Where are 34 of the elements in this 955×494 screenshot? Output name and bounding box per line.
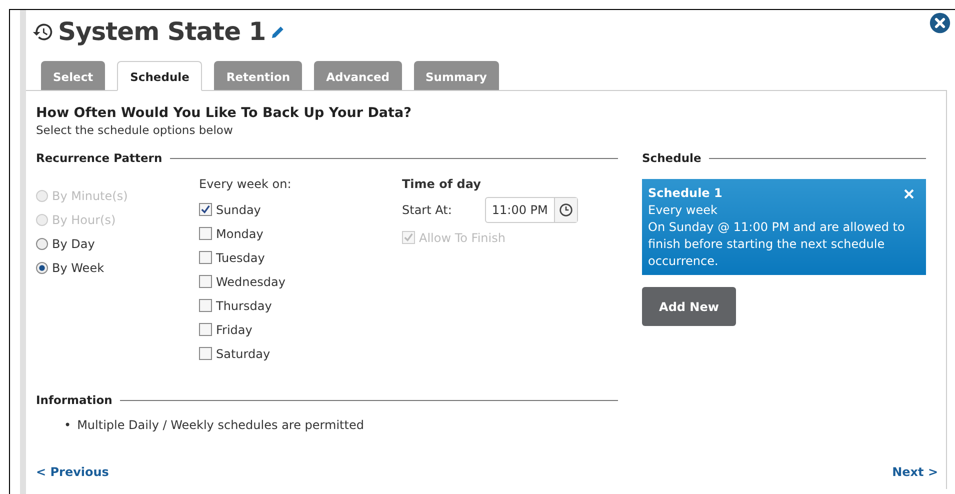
edit-icon[interactable] xyxy=(270,24,286,40)
day-checkbox[interactable]: Friday xyxy=(199,321,402,338)
schedule-title: Schedule xyxy=(642,151,702,165)
days-label: Every week on: xyxy=(199,177,292,193)
radio-option[interactable]: By Day xyxy=(36,235,199,252)
start-label: Start At: xyxy=(402,203,452,217)
section-subheading: Select the schedule options below xyxy=(36,123,234,137)
information-title: Information xyxy=(36,393,112,407)
schedule-card-text: Every week xyxy=(648,202,718,219)
day-checkbox[interactable]: Monday xyxy=(199,225,402,242)
page-title: System State 1 xyxy=(58,17,266,46)
day-checkbox[interactable]: Saturday xyxy=(199,345,402,362)
close-icon[interactable] xyxy=(904,188,914,198)
day-checkbox[interactable]: Sunday xyxy=(199,201,402,218)
schedule-card-text: On Sunday @ 11:00 PM and are allowed to finish before starting the next schedule occurrence. xyxy=(648,219,906,270)
bullet-mark: • xyxy=(64,417,72,433)
day-checkbox[interactable]: Tuesday xyxy=(199,249,402,266)
next-link[interactable]: Next > xyxy=(892,465,938,479)
checkmark-icon xyxy=(403,232,414,243)
radio-option[interactable]: By Week xyxy=(36,259,199,276)
section-heading: How Often Would You Like To Back Up Your Data? xyxy=(36,105,412,121)
clock-icon[interactable] xyxy=(558,203,573,217)
information-item: Multiple Daily / Weekly schedules are permitted xyxy=(77,417,364,433)
schedule-card-title: Schedule 1 xyxy=(648,185,722,202)
day-checkbox[interactable]: Wednesday xyxy=(199,273,402,290)
close-icon[interactable] xyxy=(929,12,951,34)
previous-link[interactable]: < Previous xyxy=(36,465,109,479)
add-new-button[interactable]: Add New xyxy=(642,287,736,326)
time-title: Time of day xyxy=(402,177,482,191)
time-field[interactable]: 11:00 PM xyxy=(484,197,578,223)
checkmark-icon xyxy=(200,204,211,215)
tab[interactable]: Schedule xyxy=(117,61,202,91)
recurrence-title: Recurrence Pattern xyxy=(36,151,162,165)
day-checkbox[interactable]: Thursday xyxy=(199,297,402,314)
